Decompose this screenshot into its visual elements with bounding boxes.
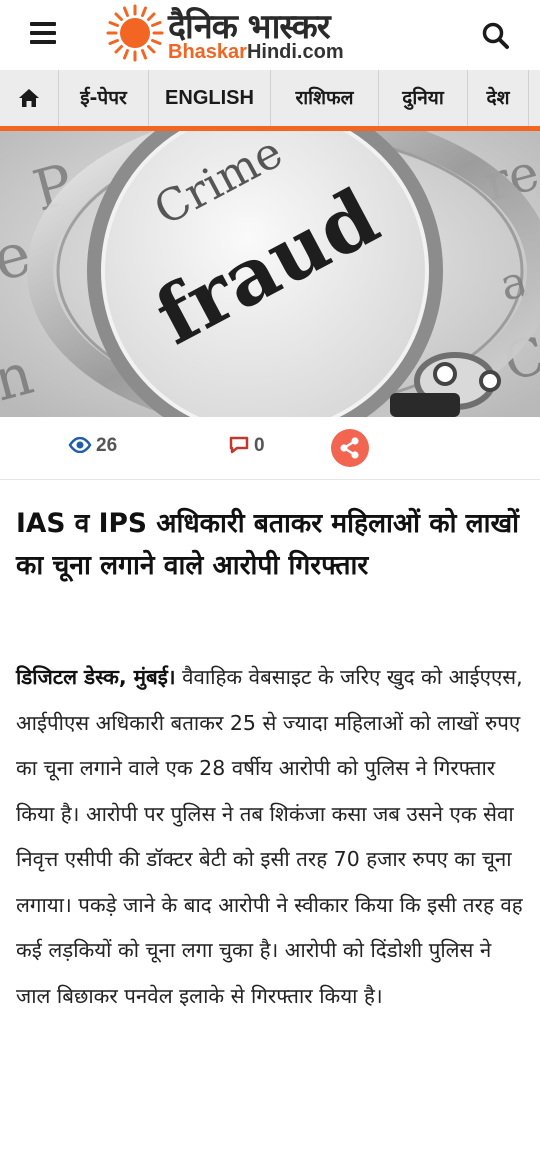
article-body-text: वैवाहिक वेबसाइट के जरिए खुद को आईएएस, आई…	[16, 665, 523, 1008]
logo-eng-accent: Bhaskar	[168, 41, 247, 63]
comments-count[interactable]: 0	[228, 435, 265, 457]
sun-logo-icon	[106, 4, 164, 62]
share-button[interactable]	[331, 429, 369, 467]
article-dateline: डिजिटल डेस्क, मुंबई।	[16, 665, 176, 689]
views-count: 26	[68, 435, 117, 457]
comments-value: 0	[254, 435, 265, 456]
article-stats-bar: 26 0	[0, 417, 540, 480]
nav-item-duniya[interactable]: दुनिया	[379, 70, 467, 126]
nav-item-english[interactable]: ENGLISH	[149, 70, 270, 126]
logo-eng-rest: Hindi.com	[246, 41, 344, 63]
article-hero-image: e n P re a C Crime fraud	[0, 131, 540, 417]
search-icon[interactable]	[480, 20, 512, 52]
hamburger-menu-icon[interactable]	[30, 22, 56, 46]
eye-icon	[68, 436, 92, 454]
nav-item-desh[interactable]: देश	[468, 70, 528, 126]
article-title: IAS व IPS अधिकारी बताकर महिलाओं को लाखों…	[16, 508, 520, 581]
share-icon	[340, 437, 359, 459]
nav-item-rashifal[interactable]: राशिफल	[271, 70, 378, 126]
fraud-magnifier-illustration: e n P re a C Crime fraud	[0, 131, 540, 417]
site-header: दैनिक भास्कर BhaskarHindi.com	[0, 0, 540, 70]
nav-home[interactable]	[0, 70, 58, 126]
site-logo[interactable]: दैनिक भास्कर BhaskarHindi.com	[104, 4, 384, 66]
article-body: डिजिटल डेस्क, मुंबई। वैवाहिक वेबसाइट के …	[16, 655, 531, 1019]
home-icon	[19, 89, 39, 107]
comment-icon	[229, 436, 249, 454]
nav-item-epaper[interactable]: ई-पेपर	[59, 70, 148, 126]
views-value: 26	[96, 435, 118, 456]
nav-divider	[528, 70, 529, 126]
main-navigation: ई-पेपर ENGLISH राशिफल दुनिया देश	[0, 70, 540, 131]
logo-english-text: BhaskarHindi.com	[168, 41, 344, 64]
